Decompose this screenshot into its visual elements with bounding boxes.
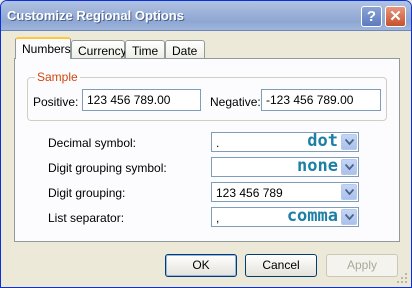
cancel-button[interactable]: Cancel [245, 254, 317, 277]
tab-time[interactable]: Time [125, 40, 165, 60]
chevron-down-icon[interactable] [341, 209, 357, 225]
close-button[interactable]: ✕ [385, 6, 406, 27]
tab-label: Numbers [22, 42, 71, 56]
combo-annotation: comma [286, 206, 338, 226]
list-separator-label: List separator: [48, 211, 125, 225]
tab-label: Currency [78, 44, 127, 58]
help-icon: ? [366, 8, 377, 25]
apply-button[interactable]: Apply [326, 254, 398, 277]
negative-sample-field[interactable]: -123 456 789.00 [261, 89, 381, 111]
title-bar[interactable]: Customize Regional Options ? ✕ [1, 1, 411, 31]
digit-grouping-combo[interactable]: 123 456 789 [211, 182, 359, 202]
chevron-down-icon[interactable] [341, 159, 357, 175]
tab-currency[interactable]: Currency [71, 40, 127, 60]
digit-grouping-symbol-label: Digit grouping symbol: [48, 161, 167, 175]
window-title: Customize Regional Options [7, 8, 184, 23]
ok-button[interactable]: OK [165, 254, 237, 277]
tab-label: Date [172, 44, 198, 58]
combo-value: , [216, 211, 220, 225]
digit-grouping-symbol-combo[interactable]: none [211, 156, 359, 177]
negative-label: Negative: [210, 95, 261, 109]
tab-label: Time [132, 44, 159, 58]
tab-numbers[interactable]: Numbers [15, 37, 71, 59]
combo-annotation: none [297, 156, 338, 176]
help-button[interactable]: ? [361, 6, 382, 27]
sample-legend: Sample [35, 70, 80, 84]
dialog-window: Customize Regional Options ? ✕ Numbers C… [0, 0, 412, 288]
combo-value: . [216, 136, 220, 150]
combo-value: 123 456 789 [216, 186, 283, 200]
decimal-symbol-label: Decimal symbol: [48, 136, 137, 150]
numbers-panel: Sample Positive: 123 456 789.00 Negative… [14, 58, 400, 242]
combo-annotation: dot [307, 131, 338, 151]
decimal-symbol-combo[interactable]: . dot [211, 131, 359, 152]
chevron-down-icon[interactable] [341, 134, 357, 150]
list-separator-combo[interactable]: , comma [211, 206, 359, 227]
resize-grip-icon[interactable] [397, 273, 408, 284]
digit-grouping-label: Digit grouping: [48, 186, 126, 200]
close-icon: ✕ [389, 8, 402, 25]
positive-sample-field[interactable]: 123 456 789.00 [82, 89, 201, 111]
sample-group: Sample Positive: 123 456 789.00 Negative… [27, 70, 387, 121]
chevron-down-icon[interactable] [341, 184, 357, 200]
positive-label: Positive: [33, 95, 79, 109]
tab-date[interactable]: Date [165, 40, 205, 60]
